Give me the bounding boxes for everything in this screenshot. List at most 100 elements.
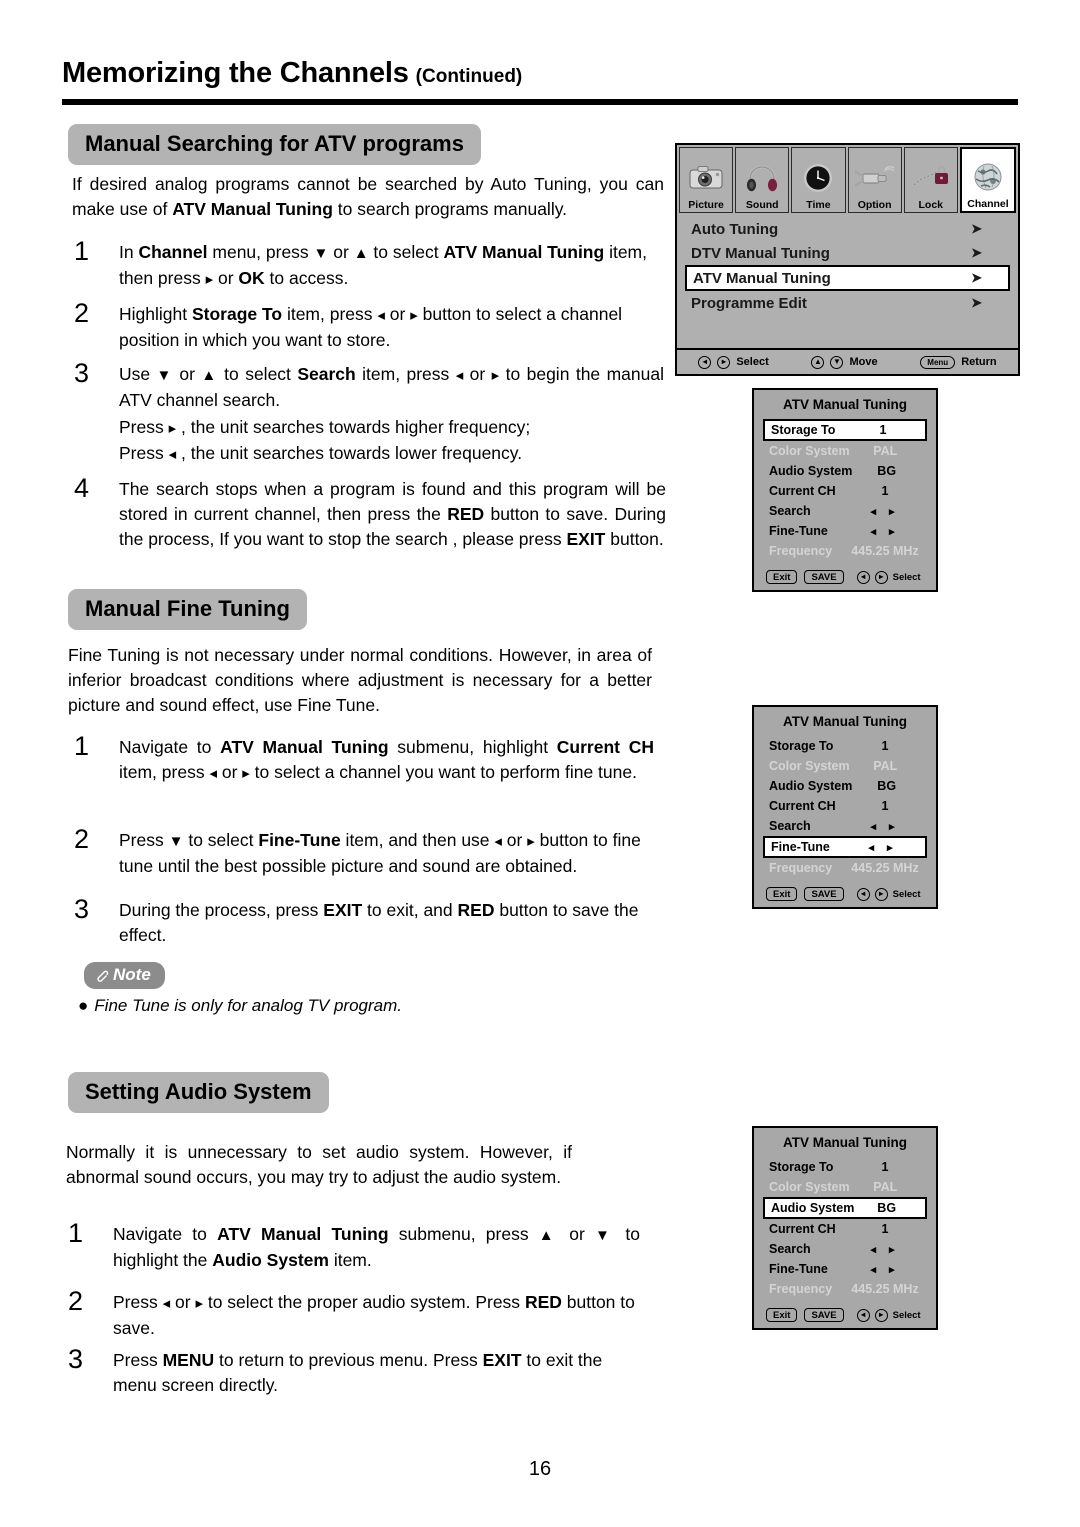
note-body-text: Fine Tune is only for analog TV program. <box>94 996 402 1015</box>
exit-button[interactable]: Exit <box>766 570 798 584</box>
save-button[interactable]: SAVE <box>804 570 844 584</box>
b: RED <box>447 504 485 524</box>
t: , the unit searches towards higher frequ… <box>176 417 531 437</box>
osd-tab-label: Channel <box>967 198 1009 210</box>
b: Search <box>297 364 356 384</box>
t: , the unit searches towards lower freque… <box>176 443 523 463</box>
osd-item-label: ATV Manual Tuning <box>693 269 831 287</box>
step-text: Press ◂ or ▸ to select the proper audio … <box>113 1290 640 1341</box>
t: or <box>216 762 243 782</box>
t: During the process, press <box>119 900 324 920</box>
sub-row-search[interactable]: Search ◂ ▸ <box>763 816 927 836</box>
b: RED <box>524 1292 562 1312</box>
t: item, and then use <box>340 830 495 850</box>
row-value: BG <box>877 779 897 793</box>
sub-row-current-ch[interactable]: Current CH 1 <box>763 796 927 816</box>
osd-tab-bar: Picture Sound Time Option Lock Channel <box>677 145 1018 213</box>
sub-row-color-system: Color System PAL <box>763 756 927 776</box>
osd-tab-picture[interactable]: Picture <box>679 147 734 213</box>
row-label: Search <box>769 819 811 833</box>
chevron-right-icon: ➤ <box>971 245 982 260</box>
t: submenu, press <box>388 1224 539 1244</box>
b: OK <box>238 268 265 288</box>
right-arrow-icon: ▸ <box>527 833 535 850</box>
b: Storage To <box>191 304 283 324</box>
panel-fine-tune: ATV Manual Tuning Storage To 1 Color Sys… <box>752 705 938 909</box>
row-value: PAL <box>873 1180 898 1194</box>
sub-row-search[interactable]: Search ◂ ▸ <box>763 501 927 521</box>
step-text: In Channel menu, press ▼ or ▲ to select … <box>119 240 664 292</box>
sub-row-frequency: Frequency 445.25 MHz <box>763 541 927 561</box>
osd-tab-time[interactable]: Time <box>791 147 846 213</box>
right-arrow-icon: ▸ <box>195 1295 203 1312</box>
step-ms-1: 1 In Channel menu, press ▼ or ▲ to selec… <box>74 236 664 292</box>
sub-row-color-system: Color System PAL <box>763 441 927 461</box>
exit-button[interactable]: Exit <box>766 1308 798 1322</box>
down-arrow-icon: ▼ <box>168 833 184 850</box>
b: Fine-Tune <box>258 830 341 850</box>
sub-row-storage-to[interactable]: Storage To 1 <box>763 1157 927 1177</box>
save-button[interactable]: SAVE <box>804 887 844 901</box>
sub-row-audio-system[interactable]: Audio System BG <box>763 461 927 481</box>
step-number: 1 <box>74 236 90 266</box>
left-arrow-icon: ◂ <box>856 1308 870 1322</box>
chevron-right-icon: ➤ <box>971 270 982 285</box>
osd-hint-move: ▲ ▼ Move <box>811 355 878 369</box>
page-title-main: Memorizing the Channels <box>62 57 409 89</box>
step-ms-3: 3 Use ▼ or ▲ to select Search item, pres… <box>74 358 664 467</box>
right-arrow-icon: ▸ <box>205 271 214 288</box>
sub-row-current-ch[interactable]: Current CH 1 <box>763 1219 927 1239</box>
right-arrow-icon: ▸ <box>717 355 731 369</box>
step-text: Highlight Storage To item, press ◂ or ▸ … <box>119 302 664 353</box>
exit-button[interactable]: Exit <box>766 887 798 901</box>
row-value: PAL <box>873 444 898 458</box>
sub-row-audio-system[interactable]: Audio System BG <box>763 776 927 796</box>
sub-row-fine-tune[interactable]: Fine-Tune ◂ ▸ <box>763 836 927 858</box>
chevron-right-icon: ➤ <box>971 295 982 310</box>
left-right-arrows-icon: ◂ ▸ <box>870 820 900 833</box>
osd-tab-option[interactable]: Option <box>847 147 902 213</box>
osd-footer-hints: ◂ ▸ Select ▲ ▼ Move Menu Return <box>677 348 1018 374</box>
sub-row-fine-tune[interactable]: Fine-Tune ◂ ▸ <box>763 521 927 541</box>
right-arrow-icon: ▸ <box>242 765 250 782</box>
step-number: 4 <box>74 473 90 503</box>
b: ATV Manual Tuning <box>217 1224 389 1244</box>
osd-item-atv-manual-tuning[interactable]: ATV Manual Tuning ➤ <box>685 265 1010 291</box>
t: to exit, and <box>362 900 458 920</box>
osd-tab-channel[interactable]: Channel <box>959 147 1017 213</box>
t: to select <box>217 364 298 384</box>
right-arrow-icon: ▸ <box>168 420 177 437</box>
osd-tab-lock[interactable]: Lock <box>903 147 958 213</box>
manual-search-intro: If desired analog programs cannot be sea… <box>72 172 664 222</box>
row-label: Current CH <box>769 484 836 498</box>
sub-row-storage-to[interactable]: Storage To 1 <box>763 736 927 756</box>
row-label: Search <box>769 504 811 518</box>
osd-item-auto-tuning[interactable]: Auto Tuning ➤ <box>685 217 1010 241</box>
row-label: Color System <box>769 759 850 773</box>
left-arrow-icon: ◂ <box>494 833 502 850</box>
padlock-chain-icon <box>905 157 957 199</box>
save-button[interactable]: SAVE <box>804 1308 844 1322</box>
section-banner-fine-tuning: Manual Fine Tuning <box>68 589 307 630</box>
osd-tab-label: Sound <box>745 199 779 211</box>
t: to return to previous menu. Press <box>214 1350 483 1370</box>
right-arrow-icon: ▸ <box>874 1308 888 1322</box>
row-label: Fine-Tune <box>771 840 830 854</box>
osd-tab-sound[interactable]: Sound <box>735 147 790 213</box>
b: EXIT <box>482 1350 522 1370</box>
headphones-icon <box>736 157 788 199</box>
row-label: Storage To <box>769 1160 834 1174</box>
osd-item-programme-edit[interactable]: Programme Edit ➤ <box>685 291 1010 315</box>
sub-row-search[interactable]: Search ◂ ▸ <box>763 1239 927 1259</box>
row-value: 1 <box>881 739 889 753</box>
panel-footer: Exit SAVE ◂ ▸ Select <box>766 570 927 584</box>
sub-row-fine-tune[interactable]: Fine-Tune ◂ ▸ <box>763 1259 927 1279</box>
osd-item-dtv-manual-tuning[interactable]: DTV Manual Tuning ➤ <box>685 241 1010 265</box>
sub-row-audio-system[interactable]: Audio System BG <box>763 1197 927 1219</box>
row-value: BG <box>877 464 897 478</box>
sub-row-current-ch[interactable]: Current CH 1 <box>763 481 927 501</box>
left-arrow-icon: ◂ <box>856 570 870 584</box>
osd-tab-label: Time <box>806 199 831 211</box>
sub-row-storage-to[interactable]: Storage To 1 <box>763 419 927 441</box>
t: or <box>559 1224 595 1244</box>
